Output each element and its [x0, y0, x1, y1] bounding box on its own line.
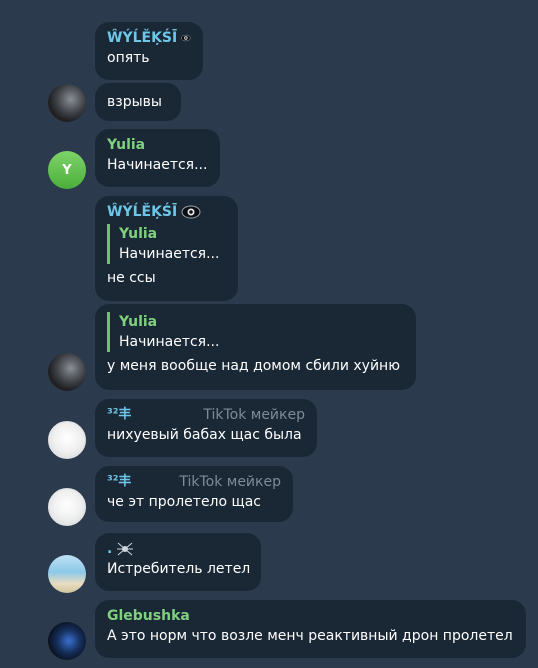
sender-line: . [107, 539, 249, 559]
avatar[interactable]: Y [48, 151, 86, 189]
message-bubble[interactable]: Glebushka А это норм что возле менч реак… [95, 600, 526, 658]
message-bubble[interactable]: взрывы [95, 83, 181, 121]
message-text: у меня вообще над домом сбили хуйню [107, 358, 400, 374]
sender-name[interactable]: ³²丰 [107, 473, 131, 491]
avatar[interactable] [48, 555, 86, 593]
sender-line: ŴÝĹĚĶŚĪ [107, 28, 191, 48]
avatar-letter: Y [62, 162, 72, 178]
message-bubble[interactable]: ³²丰 TikTok мейкер нихуевый бабах щас был… [95, 399, 317, 457]
reply-quote[interactable]: Yulia Начинается... [107, 224, 226, 264]
message-text: Начинается... [107, 157, 208, 173]
sender-name[interactable]: ³²丰 [107, 406, 131, 424]
avatar[interactable] [48, 84, 86, 122]
message-text: Истребитель летел [107, 561, 251, 577]
avatar[interactable] [48, 622, 86, 660]
message-bubble[interactable]: ŴÝĹĚĶŚĪ Yulia Начинается... не ссы [95, 196, 238, 301]
reply-sender-name: Yulia [119, 226, 158, 242]
sender-line: ³²丰 TikTok мейкер [107, 472, 281, 492]
spider-icon [117, 542, 134, 556]
sender-line: ŴÝĹĚĶŚĪ [107, 202, 226, 222]
sender-name[interactable]: ŴÝĹĚĶŚĪ [107, 203, 177, 221]
message-bubble[interactable]: . Истребитель летел [95, 533, 261, 591]
reply-sender-name: Yulia [119, 314, 158, 330]
message-text: А это норм что возле менч реактивный дро… [107, 628, 513, 644]
eye-icon [181, 205, 201, 219]
sender-name[interactable]: Glebushka [107, 606, 514, 626]
message-text: взрывы [107, 94, 162, 110]
message-bubble[interactable]: ³²丰 TikTok мейкер че эт пролетело щас [95, 466, 293, 522]
reply-text: Начинается... [119, 246, 220, 262]
avatar[interactable] [48, 353, 86, 391]
message-bubble[interactable]: Yulia Начинается... [95, 129, 220, 187]
avatar[interactable] [48, 488, 86, 526]
message-bubble[interactable]: Yulia Начинается... у меня вообще над до… [95, 304, 416, 390]
message-text: не ссы [107, 270, 156, 286]
sender-name[interactable]: ŴÝĹĚĶŚĪ [107, 29, 177, 47]
eye-icon [181, 34, 191, 42]
message-text: опять [107, 50, 150, 66]
message-text: че эт пролетело щас [107, 494, 261, 510]
avatar[interactable] [48, 421, 86, 459]
message-text: нихуевый бабах щас была [107, 427, 302, 443]
reply-quote[interactable]: Yulia Начинается... [107, 312, 404, 352]
reply-text: Начинается... [119, 334, 220, 350]
sender-name[interactable]: . [107, 540, 112, 558]
sender-name[interactable]: Yulia [107, 135, 208, 155]
member-tag: TikTok мейкер [203, 407, 305, 423]
member-tag: TikTok мейкер [179, 474, 281, 490]
sender-line: ³²丰 TikTok мейкер [107, 405, 305, 425]
message-bubble[interactable]: ŴÝĹĚĶŚĪ опять [95, 22, 203, 80]
